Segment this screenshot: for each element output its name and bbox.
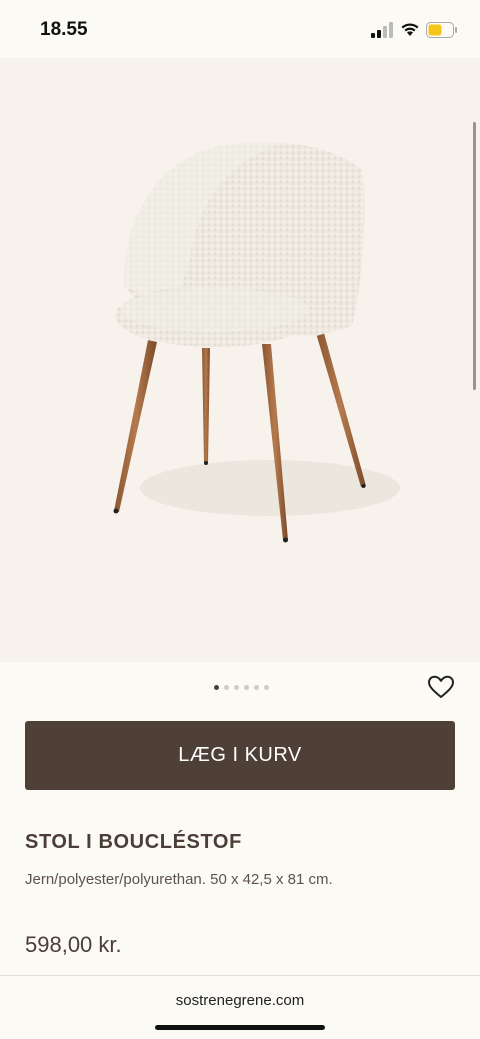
product-price: 598,00 kr. <box>25 932 122 957</box>
url-text[interactable]: sostrenegrene.com <box>0 992 480 1009</box>
product-description: Jern/polyester/polyurethan. 50 x 42,5 x … <box>25 871 333 888</box>
carousel-dot[interactable] <box>264 685 269 690</box>
carousel-dots <box>214 685 269 691</box>
home-indicator[interactable] <box>155 1025 325 1030</box>
browser-url-bar[interactable]: sostrenegrene.com <box>0 975 480 1039</box>
carousel-dot[interactable] <box>234 685 239 690</box>
wifi-icon <box>401 23 419 36</box>
heart-icon <box>428 675 454 698</box>
carousel-dot[interactable] <box>254 685 259 690</box>
wishlist-button[interactable] <box>426 675 456 701</box>
status-bar: 18.55 <box>0 0 480 58</box>
chair-image <box>113 142 400 543</box>
product-title: STOL I BOUCLÉSTOF <box>25 831 242 853</box>
product-image[interactable] <box>0 58 480 662</box>
battery-icon <box>426 22 457 38</box>
carousel-dot[interactable] <box>224 685 229 690</box>
scrollbar[interactable] <box>473 122 476 390</box>
carousel-dot[interactable] <box>244 685 249 690</box>
cellular-signal-icon <box>371 22 393 38</box>
carousel-dot[interactable] <box>214 685 219 690</box>
add-to-cart-button[interactable]: LÆG I KURV <box>25 721 455 790</box>
status-time: 18.55 <box>40 19 88 40</box>
